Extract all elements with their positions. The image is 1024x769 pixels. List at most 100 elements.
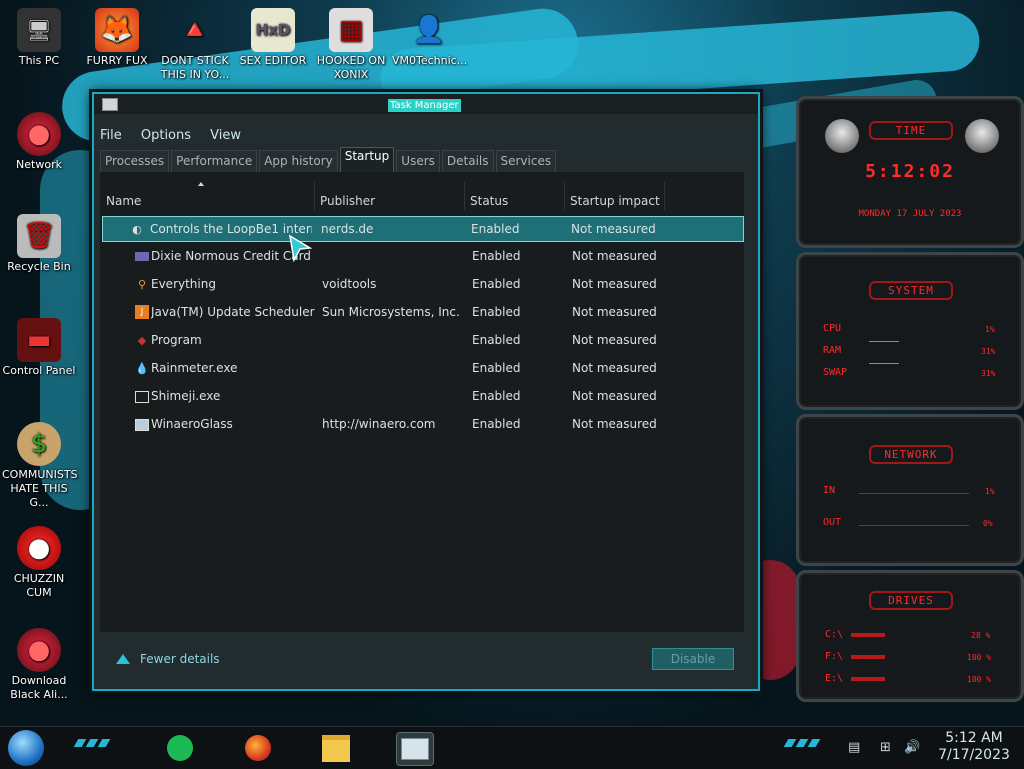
menu-view[interactable]: View [210,128,241,143]
vlc-cone-icon: 🔺 [178,15,212,45]
task-manager-icon [102,98,118,111]
task-manager-icon[interactable] [396,732,434,766]
alien-head-icon [965,119,999,153]
net-out-value: 0% [983,519,993,528]
table-row[interactable]: Dixie Normous Credit Card Enabled Not me… [108,244,748,268]
clock-time: 5:12 AM [945,730,1003,746]
table-row[interactable]: Shimeji.exe Enabled Not measured [108,384,748,408]
desktop-icon-communists[interactable]: $ COMMUNISTS HATE THIS G... [2,422,78,510]
alien-head-icon [825,119,859,153]
time-widget: TIME 5:12:02 MONDAY 17 JULY 2023 [796,96,1024,248]
start-button[interactable] [8,730,44,766]
row-publisher: voidtools [322,277,377,291]
tray-overflow-icon[interactable]: ▤ [848,740,860,755]
table-row[interactable]: ⚲ Everything voidtools Enabled Not measu… [108,272,748,296]
net-out-label: OUT [823,517,842,528]
column-divider[interactable] [314,182,315,210]
row-impact: Not measured [571,222,656,236]
ram-value: 31% [981,347,996,356]
column-header-startup-impact[interactable]: Startup impact [570,194,660,208]
table-row[interactable]: ◐ Controls the LoopBe1 intern... nerds.d… [102,216,744,242]
mouse-cursor-icon [288,234,313,262]
desktop-icon-vlc[interactable]: 🔺 DONT STICK THIS IN YO... [158,8,232,82]
desktop-icon-this-pc[interactable]: 🖥 This PC [2,8,76,68]
desktop-icon-label: HOOKED ON XONIX [316,54,386,81]
volume-icon[interactable]: 🔊 [904,740,920,755]
network-widget-title: NETWORK [869,445,953,464]
column-divider[interactable] [564,182,565,210]
row-status: Enabled [472,417,521,431]
fewer-details-link[interactable]: Fewer details [116,652,220,666]
desktop-icon-recycle-bin[interactable]: 🗑 Recycle Bin [2,214,76,274]
system-widget: SYSTEM CPU 1% RAM 31% SWAP 31% [796,252,1024,410]
taskbar-clock[interactable]: 5:12 AM 7/17/2023 [934,730,1014,764]
magnifier-icon: ⚲ [137,277,147,291]
column-header-name[interactable]: Name [106,194,141,208]
desktop-icon-label: Download Black Ali... [10,674,68,701]
desktop-icon-network[interactable]: ● Network [2,112,76,172]
net-in-graph [859,493,969,494]
row-status: Enabled [472,249,521,263]
desktop-icon-label: CHUZZIN CUM [13,572,65,599]
taskbar-decoration [85,739,99,747]
column-header-status[interactable]: Status [470,194,508,208]
taskbar: ▤ ⊞ 🔊 5:12 AM 7/17/2023 [0,726,1024,769]
desktop-icon-control-panel[interactable]: ▬ Control Panel [2,318,76,378]
cpu-value: 1% [985,325,995,334]
table-row[interactable]: WinaeroGlass http://winaero.com Enabled … [108,412,748,436]
column-header-publisher[interactable]: Publisher [320,194,375,208]
desktop-icon-download-black-alien[interactable]: ● Download Black Ali... [2,628,76,702]
disable-button[interactable]: Disable [652,648,734,670]
desktop-icon-chuzzin[interactable]: ● CHUZZIN CUM [2,526,76,600]
desktop-icon-vm0technic[interactable]: 👤 VM0Technic... [392,8,467,68]
desktop-icon-furry-fux[interactable]: 🦊 FURRY FUX [80,8,154,68]
title-bar[interactable]: Task Manager [94,94,758,114]
sort-arrow-icon [198,182,204,186]
time-clock: 5:12:02 [865,161,955,182]
program-icon: ◆ [137,333,147,347]
tab-app-history[interactable]: App history [259,150,338,172]
swap-graph [869,363,899,364]
drives-widget: DRIVES C:\ 28 % F:\ 100 % E:\ 100 % [796,570,1024,702]
recycle-bin-icon: 🗑 [17,214,61,258]
desktop-icon-label: DONT STICK THIS IN YO... [160,54,230,81]
glass-icon [135,419,149,431]
tab-strip: Processes Performance App history Startu… [100,147,558,172]
firefox-icon[interactable] [240,732,276,764]
taskbar-decoration [97,739,111,747]
column-divider[interactable] [464,182,465,210]
task-manager-window: Task Manager File Options View Processes… [92,92,760,691]
file-explorer-icon[interactable] [318,732,354,764]
tab-users[interactable]: Users [396,150,440,172]
hxd-icon: HxD [251,8,295,52]
row-publisher: nerds.de [321,222,374,236]
row-name: Shimeji.exe [151,389,221,403]
row-status: Enabled [472,277,521,291]
tab-processes[interactable]: Processes [100,150,170,172]
column-divider[interactable] [664,182,665,210]
desktop-icon-xonix[interactable]: ▦ HOOKED ON XONIX [314,8,388,82]
row-impact: Not measured [572,417,657,431]
tab-performance[interactable]: Performance [171,150,258,172]
desktop-icon-sex-editor[interactable]: HxD SEX EDITOR [236,8,310,68]
table-row[interactable]: J Java(TM) Update Scheduler Sun Microsys… [108,300,748,324]
network-tray-icon[interactable]: ⊞ [880,740,891,755]
menu-options[interactable]: Options [141,128,191,143]
firefox-icon: 🦊 [95,8,139,52]
row-impact: Not measured [572,305,657,319]
menu-file[interactable]: File [100,128,122,143]
tab-services[interactable]: Services [495,150,557,172]
row-publisher: http://winaero.com [322,417,436,431]
table-row[interactable]: 💧 Rainmeter.exe Enabled Not measured [108,356,748,380]
desktop-icon-label: Control Panel [2,364,76,377]
table-row[interactable]: ◆ Program Enabled Not measured [108,328,748,352]
drive-e-label: E:\ [825,673,844,684]
alien-orb-icon: ● [17,628,61,672]
up-arrow-icon [116,654,130,664]
tab-details[interactable]: Details [441,150,494,172]
drive-c-value: 28 % [971,631,991,640]
row-name: WinaeroGlass [151,417,233,431]
spotify-icon[interactable] [162,732,198,764]
net-in-value: 1% [985,487,995,496]
tab-startup[interactable]: Startup [339,147,395,172]
